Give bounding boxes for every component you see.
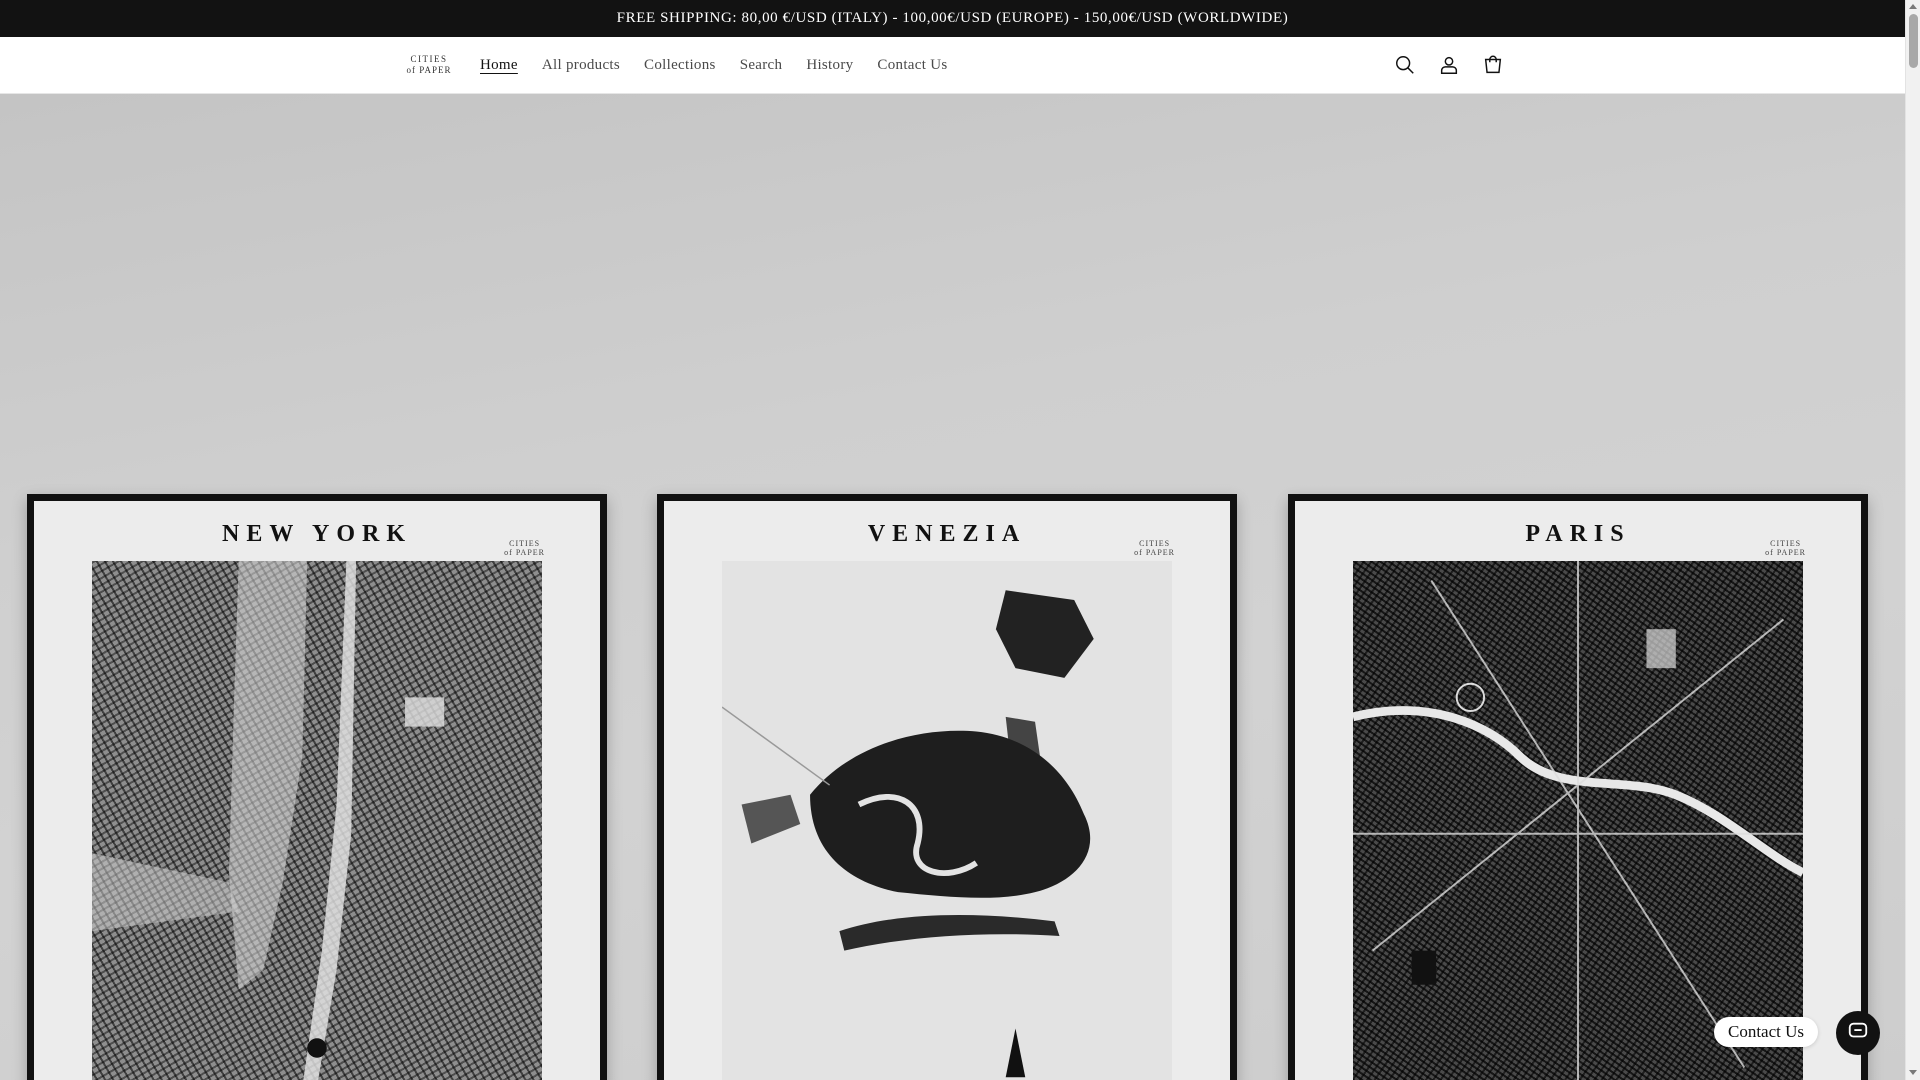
nav-home[interactable]: Home [480, 57, 518, 74]
poster-brand: CITIES of PAPER [1134, 539, 1175, 557]
map-paris [1353, 561, 1803, 1080]
poster-paris: PARIS CITIES of PAPER [1295, 501, 1861, 1080]
chat-button[interactable] [1836, 1011, 1880, 1055]
logo-line2: of PAPER [406, 65, 452, 75]
nav-all-products[interactable]: All products [542, 57, 620, 74]
logo-line1: CITIES [410, 54, 448, 64]
poster-frame-venezia: VENEZIA CITIES of PAPER [657, 494, 1237, 1080]
site-header: CITIES of PAPER Home All products Collec… [0, 37, 1905, 94]
poster-new-york: NEW YORK CITIES of PAPER [34, 501, 600, 1080]
hero-banner: NEW YORK CITIES of PAPER VENEZIA CITIES [0, 94, 1905, 1080]
map-new-york [92, 561, 542, 1080]
nav-collections[interactable]: Collections [644, 57, 716, 74]
map-venezia [722, 561, 1172, 1080]
contact-us-text: Contact Us [1728, 1022, 1805, 1041]
chat-icon [1847, 1020, 1869, 1047]
main-nav: Home All products Collections Search His… [480, 37, 972, 93]
nav-search[interactable]: Search [740, 57, 783, 74]
contact-us-label[interactable]: Contact Us [1714, 1017, 1819, 1047]
header-icons [1387, 47, 1519, 83]
poster-frame-new-york: NEW YORK CITIES of PAPER [27, 494, 607, 1080]
page-scrollbar[interactable] [1905, 0, 1920, 1080]
scroll-down-arrow-icon[interactable] [1909, 1070, 1917, 1075]
scroll-thumb[interactable] [1909, 14, 1918, 68]
announcement-text: FREE SHIPPING: 80,00 €/USD (ITALY) - 100… [616, 10, 1289, 26]
poster-frame-paris: PARIS CITIES of PAPER [1288, 494, 1868, 1080]
poster-brand: CITIES of PAPER [504, 539, 545, 557]
poster-venezia: VENEZIA CITIES of PAPER [664, 501, 1230, 1080]
poster-brand: CITIES of PAPER [1765, 539, 1806, 557]
site-logo[interactable]: CITIES of PAPER [404, 50, 454, 80]
account-icon[interactable] [1431, 47, 1467, 83]
announcement-bar: FREE SHIPPING: 80,00 €/USD (ITALY) - 100… [0, 0, 1905, 37]
scroll-up-arrow-icon[interactable] [1909, 4, 1917, 9]
nav-history[interactable]: History [806, 57, 853, 74]
cart-icon[interactable] [1475, 47, 1511, 83]
search-icon[interactable] [1387, 47, 1423, 83]
nav-contact-us[interactable]: Contact Us [877, 57, 947, 74]
